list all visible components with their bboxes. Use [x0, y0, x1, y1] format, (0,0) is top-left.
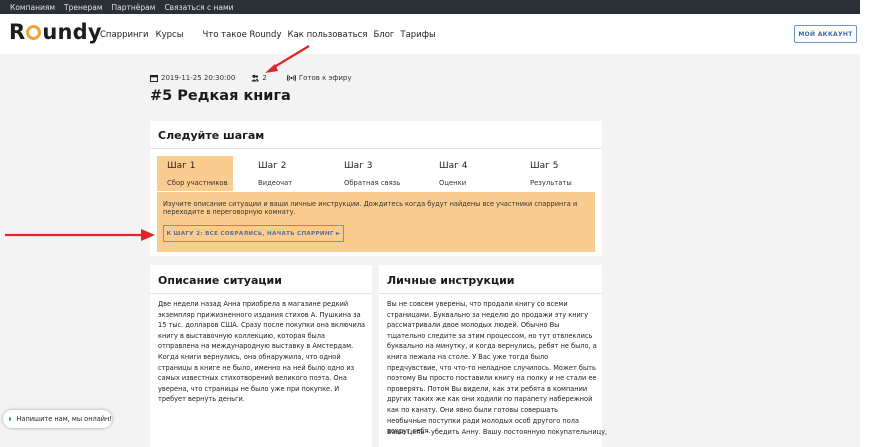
- topbar-link-trainers[interactable]: Тренерам: [64, 3, 103, 12]
- situation-card: Описание ситуации Две недели назад Анна …: [150, 265, 372, 447]
- step-info-box: Изучите описание ситуации и ваши личные …: [157, 192, 595, 252]
- logo[interactable]: Rundy: [9, 20, 102, 44]
- situation-title: Описание ситуации: [158, 274, 282, 287]
- step-4[interactable]: Шаг 4 Оценки: [429, 156, 505, 191]
- users-icon: [251, 74, 260, 82]
- page-title: #5 Редкая книга: [150, 88, 291, 104]
- topbar-link-contact[interactable]: Связаться с нами: [164, 3, 233, 12]
- nav-link-sparrings[interactable]: Спарринги: [100, 30, 149, 40]
- next-step-button[interactable]: К ШАГУ 2: ВСЕ СОБРАЛИСЬ, НАЧАТЬ СПАРРИНГ…: [163, 225, 344, 242]
- step-1-number: Шаг 1: [167, 161, 196, 171]
- step-2-label: Видеочат: [258, 179, 293, 187]
- step-1[interactable]: Шаг 1 Сбор участников: [157, 156, 233, 191]
- calendar-icon: [150, 75, 158, 82]
- situation-text: Две недели назад Анна приобрела в магази…: [158, 300, 366, 404]
- step-3[interactable]: Шаг 3 Обратная связь: [334, 156, 414, 191]
- step-info-text: Изучите описание ситуации и ваши личные …: [163, 200, 578, 216]
- main-nav: Rundy Спарринги Курсы Что такое Roundy К…: [0, 14, 860, 54]
- instructions-card: Личные инструкции Вы не совсем уверены, …: [379, 265, 608, 447]
- nav-link-pricing[interactable]: Тарифы: [400, 30, 435, 40]
- instructions-text: Вы не совсем уверены, что продали книгу …: [387, 300, 597, 436]
- nav-link-courses[interactable]: Курсы: [156, 30, 184, 40]
- nav-link-how-to[interactable]: Как пользоваться: [287, 30, 367, 40]
- red-arrow-down-left-icon: [265, 45, 310, 73]
- step-4-number: Шаг 4: [439, 161, 468, 171]
- instructions-text-2: Ваша цель - убедить Анну. Вашу постоянну…: [387, 428, 608, 436]
- topbar-link-partners[interactable]: Партнёрам: [112, 3, 156, 12]
- top-bar: Компаниям Тренерам Партнёрам Связаться с…: [0, 0, 860, 14]
- chat-widget-label: Напишите нам, мы онлайн!: [16, 415, 112, 423]
- topbar-link-companies[interactable]: Компаниям: [10, 3, 55, 12]
- my-account-button[interactable]: МОЙ АККАУНТ: [794, 25, 857, 43]
- meta-datetime: 2019-11-25 20:30:00: [150, 74, 235, 82]
- steps-card-title: Следуйте шагам: [158, 129, 265, 142]
- chat-widget[interactable]: Напишите нам, мы онлайн!: [3, 410, 112, 428]
- instructions-title: Личные инструкции: [387, 274, 515, 287]
- meta-datetime-text: 2019-11-25 20:30:00: [161, 74, 236, 82]
- page-edge: [860, 0, 869, 447]
- step-3-label: Обратная связь: [344, 179, 401, 187]
- nav-link-blog[interactable]: Блог: [373, 30, 394, 40]
- step-2-number: Шаг 2: [258, 161, 287, 171]
- red-arrow-right-icon: [5, 229, 155, 241]
- instructions-divider: [379, 293, 602, 294]
- step-5[interactable]: Шаг 5 Результаты: [520, 156, 596, 191]
- step-1-label: Сбор участников: [167, 179, 228, 187]
- steps-divider: [150, 148, 602, 149]
- step-3-number: Шаг 3: [344, 161, 373, 171]
- step-4-label: Оценки: [439, 179, 467, 187]
- online-status-dot: [9, 417, 12, 421]
- steps-card: Следуйте шагам Шаг 1 Сбор участников Шаг…: [150, 121, 602, 256]
- nav-link-what-is[interactable]: Что такое Roundy: [202, 30, 281, 40]
- sparring-meta: 2019-11-25 20:30:00 2 Готов к эфиру: [150, 74, 352, 82]
- step-5-number: Шаг 5: [530, 161, 559, 171]
- logo-ring-icon: [26, 25, 42, 40]
- nav-links: Спарринги Курсы Что такое Roundy Как пол…: [100, 30, 436, 40]
- step-2[interactable]: Шаг 2 Видеочат: [248, 156, 324, 191]
- step-5-label: Результаты: [530, 179, 572, 187]
- situation-divider: [150, 293, 372, 294]
